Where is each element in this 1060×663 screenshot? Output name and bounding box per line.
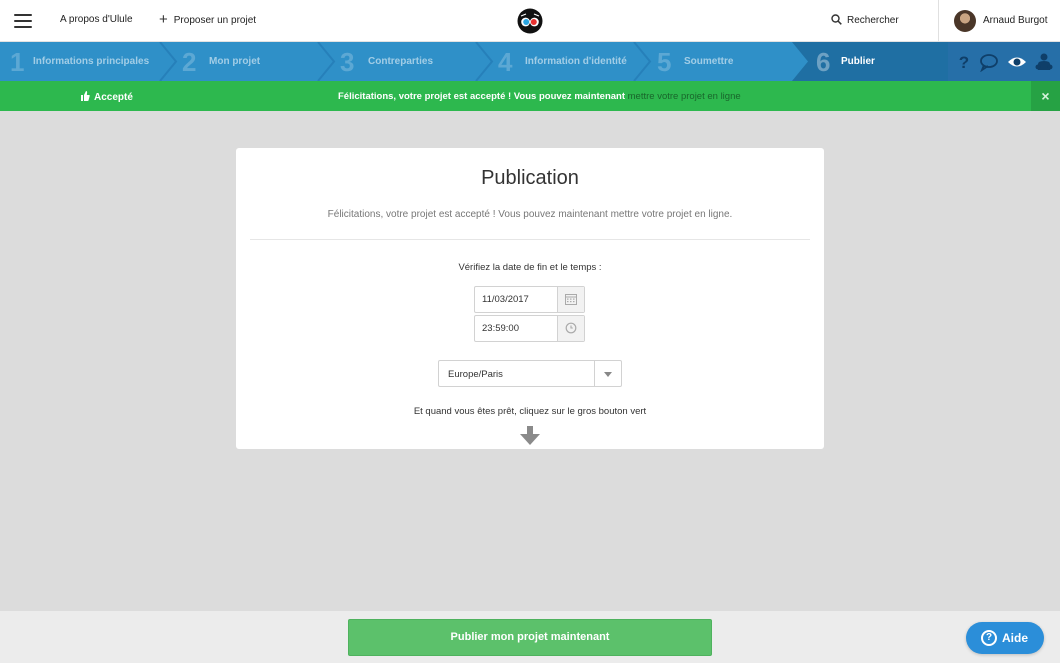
help-button[interactable]: ? Aide bbox=[966, 622, 1044, 654]
publication-card: Publication Félicitations, votre projet … bbox=[236, 148, 824, 449]
step-number: 2 bbox=[182, 47, 197, 77]
end-time-field[interactable] bbox=[474, 315, 585, 342]
ulule-logo[interactable] bbox=[517, 8, 543, 34]
step-label: Mon projet bbox=[209, 56, 261, 67]
step-mon-projet[interactable]: 2 Mon projet bbox=[172, 42, 330, 81]
time-picker-button[interactable] bbox=[557, 316, 584, 341]
step-number: 3 bbox=[340, 47, 355, 77]
step-number: 4 bbox=[498, 47, 513, 77]
steps-nav: 1 Informations principales 2 Mon projet … bbox=[0, 42, 1060, 81]
step-informations-principales[interactable]: 1 Informations principales bbox=[0, 42, 160, 81]
end-date-field[interactable] bbox=[474, 286, 585, 313]
search-label: Rechercher bbox=[847, 15, 899, 26]
end-date-input[interactable] bbox=[475, 287, 559, 312]
date-picker-button[interactable] bbox=[557, 287, 584, 312]
publish-button[interactable]: Publier mon projet maintenant bbox=[348, 619, 712, 656]
step-number: 6 bbox=[816, 47, 831, 77]
timezone-select[interactable]: Europe/Paris bbox=[438, 360, 622, 387]
end-time-input[interactable] bbox=[475, 316, 559, 341]
step-label: Informations principales bbox=[33, 56, 150, 67]
close-icon[interactable]: × bbox=[1031, 81, 1060, 111]
thumbs-up-icon bbox=[81, 91, 90, 101]
divider bbox=[250, 239, 810, 240]
step-number: 5 bbox=[657, 47, 672, 77]
eye-icon[interactable] bbox=[1007, 52, 1027, 72]
avatar bbox=[954, 10, 976, 32]
hint-text: Et quand vous êtes prêt, cliquez sur le … bbox=[413, 406, 647, 417]
step-contreparties[interactable]: 3 Contreparties bbox=[330, 42, 487, 81]
plus-icon: + bbox=[159, 11, 168, 28]
user-name: Arnaud Burgot bbox=[983, 15, 1048, 26]
search-link[interactable]: Rechercher bbox=[831, 14, 899, 26]
search-icon bbox=[831, 14, 842, 25]
page-title: Publication bbox=[481, 167, 579, 189]
header-divider bbox=[938, 0, 939, 42]
arrow-down-icon bbox=[520, 426, 540, 445]
step-label: Information d'identité bbox=[525, 56, 627, 67]
help-icon[interactable]: ? bbox=[954, 52, 974, 72]
banner-link[interactable]: mettre votre projet en ligne bbox=[628, 91, 741, 102]
steps-tools: ? bbox=[948, 42, 1060, 81]
comment-icon[interactable] bbox=[979, 52, 999, 72]
verify-label: Vérifiez la date de fin et le temps : bbox=[458, 262, 602, 273]
question-circle-icon: ? bbox=[981, 630, 997, 646]
step-label: Publier bbox=[841, 56, 875, 67]
step-publier[interactable]: 6 Publier bbox=[792, 42, 948, 81]
accepted-label: Accepté bbox=[94, 92, 133, 103]
propose-project-label: Proposer un projet bbox=[173, 15, 257, 26]
banner-text: Félicitations, votre projet est accepté … bbox=[338, 91, 628, 102]
about-link[interactable]: A propos d'Ulule bbox=[60, 14, 133, 25]
hamburger-icon[interactable] bbox=[14, 14, 32, 28]
step-information-identite[interactable]: 4 Information d'identité bbox=[488, 42, 648, 81]
chevron-down-icon[interactable] bbox=[594, 361, 621, 386]
team-icon[interactable] bbox=[1034, 52, 1054, 72]
card-subtitle: Félicitations, votre projet est accepté … bbox=[327, 209, 733, 220]
svg-text:?: ? bbox=[959, 53, 969, 72]
banner-message: Félicitations, votre projet est accepté … bbox=[338, 91, 741, 102]
success-banner: Accepté Félicitations, votre projet est … bbox=[0, 81, 1060, 111]
top-header: A propos d'Ulule + Proposer un projet Rec… bbox=[0, 0, 1060, 42]
timezone-value: Europe/Paris bbox=[448, 369, 503, 380]
step-number: 1 bbox=[10, 47, 25, 77]
step-label: Contreparties bbox=[368, 56, 434, 67]
calendar-icon bbox=[565, 294, 577, 305]
step-arrow-active bbox=[790, 42, 808, 81]
step-label: Soumettre bbox=[684, 56, 734, 67]
help-label: Aide bbox=[1002, 631, 1029, 645]
step-soumettre[interactable]: 5 Soumettre bbox=[647, 42, 793, 81]
clock-icon bbox=[565, 322, 577, 334]
propose-project-link[interactable]: + Proposer un projet bbox=[159, 11, 257, 28]
footer-bar: Publier mon projet maintenant ? Aide bbox=[0, 611, 1060, 663]
accepted-badge: Accepté bbox=[80, 90, 133, 103]
